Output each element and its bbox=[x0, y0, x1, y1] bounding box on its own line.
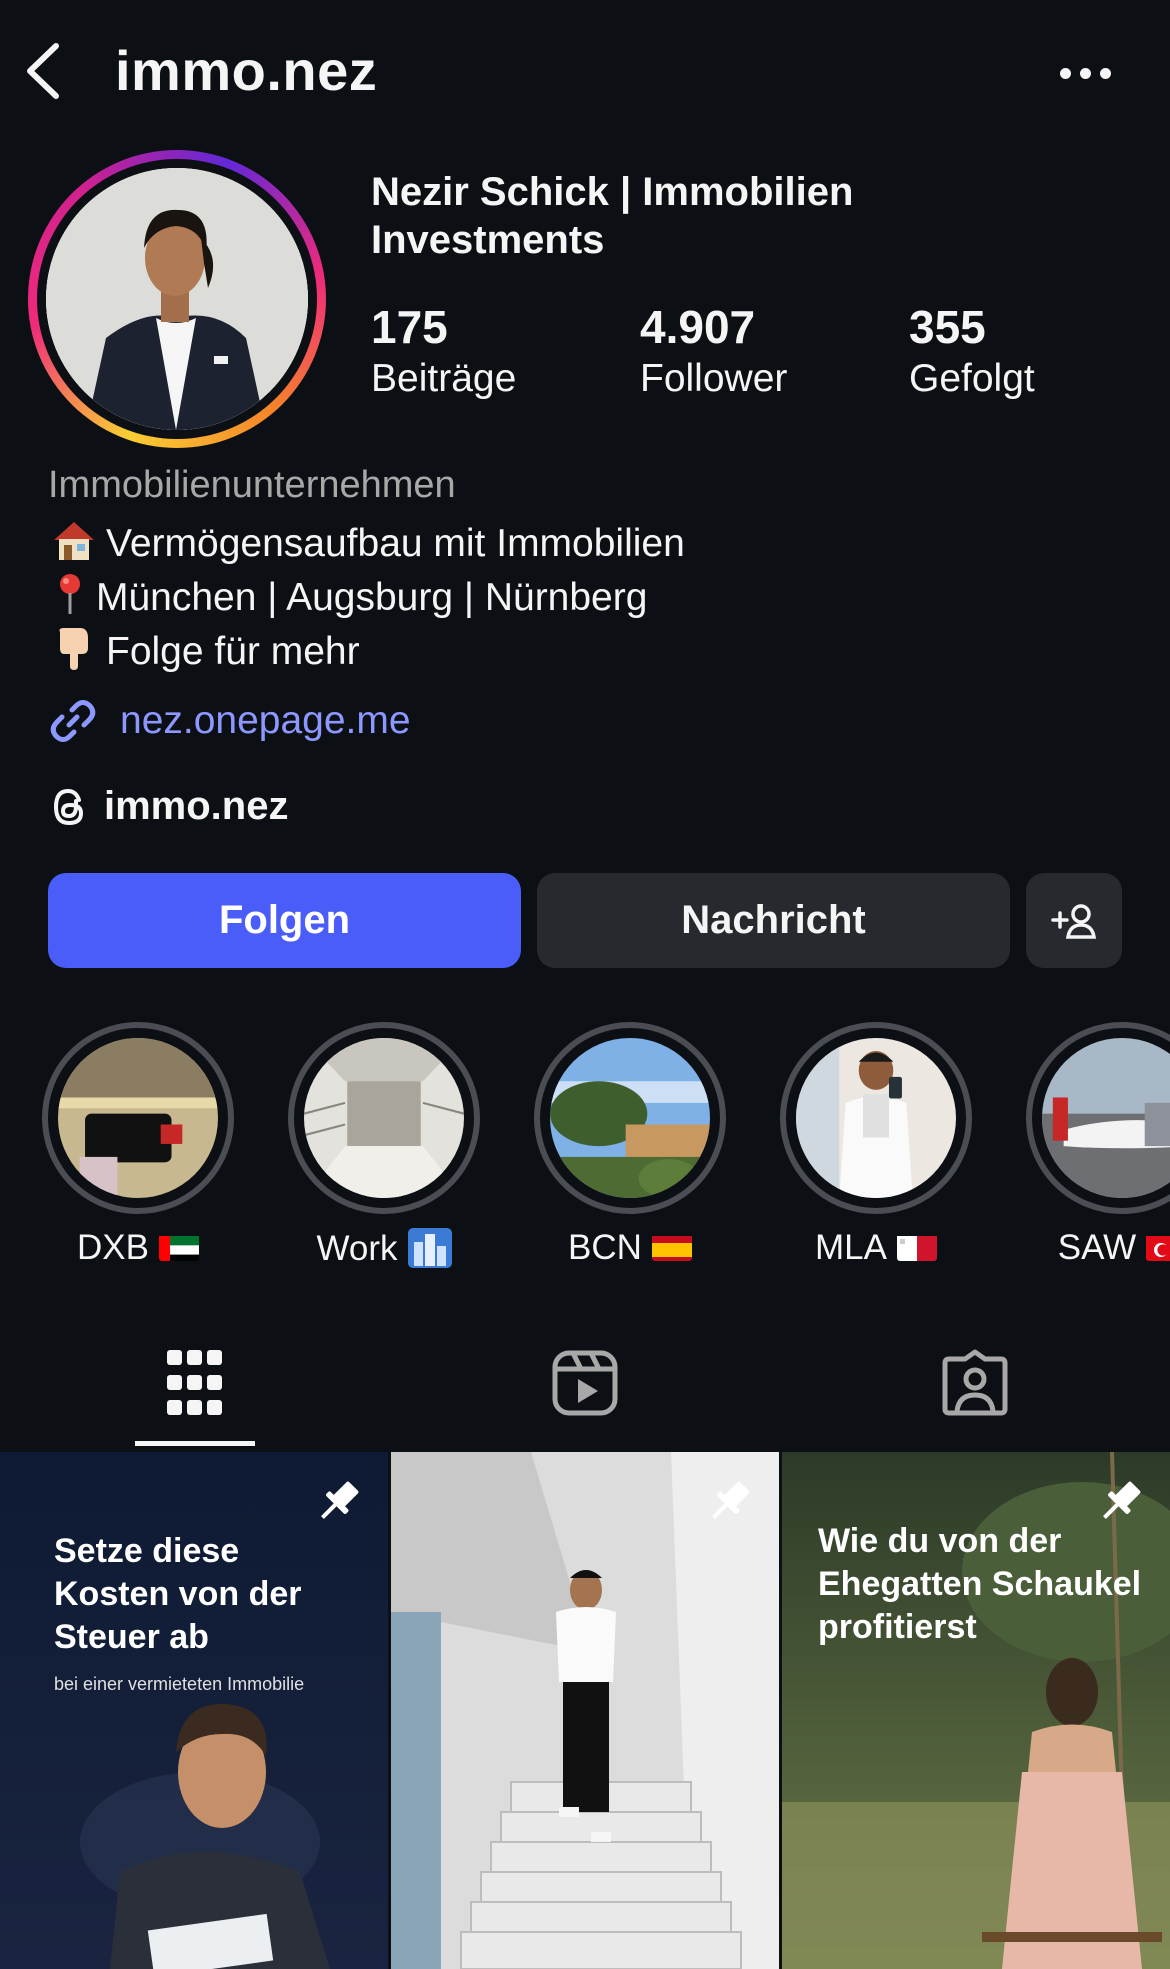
highlight-saw[interactable]: SAW bbox=[1024, 1022, 1170, 1268]
dot-icon bbox=[1079, 67, 1091, 79]
malta-flag-icon bbox=[896, 1233, 937, 1261]
tab-tagged[interactable] bbox=[780, 1318, 1170, 1448]
highlight-label: Work bbox=[316, 1229, 398, 1268]
bio-text: München | Augsburg | Nürnberg bbox=[96, 576, 648, 619]
highlight-cover bbox=[304, 1038, 464, 1198]
threads-badge[interactable]: immo.nez bbox=[48, 784, 288, 829]
threads-handle: immo.nez bbox=[104, 784, 289, 828]
profile-display-name: Nezir Schick | Immobilien Investments bbox=[371, 170, 854, 262]
highlight-label: DXB bbox=[77, 1228, 149, 1267]
profile-username-title: immo.nez bbox=[115, 39, 378, 102]
tab-reels[interactable] bbox=[390, 1318, 780, 1448]
stat-followers[interactable]: 4.907 Follower bbox=[640, 300, 787, 404]
active-tab-indicator bbox=[135, 1441, 255, 1446]
bio-line: München | Augsburg | Nürnberg bbox=[50, 572, 647, 620]
threads-icon bbox=[53, 788, 84, 825]
house-emoji-icon bbox=[50, 518, 98, 562]
dot-icon bbox=[1059, 67, 1071, 79]
dot-icon bbox=[1099, 67, 1111, 79]
post-caption: Wie du von der Ehegatten Schaukel profit… bbox=[818, 1522, 1142, 1646]
bio-line: Vermögensaufbau mit Immobilien bbox=[50, 518, 685, 566]
post-tile[interactable]: Wie du von der Ehegatten Schaukel profit… bbox=[782, 1452, 1170, 1969]
turkey-flag-icon bbox=[1146, 1233, 1170, 1261]
post-tile[interactable] bbox=[391, 1452, 779, 1969]
follow-button[interactable]: Folgen bbox=[48, 873, 521, 968]
highlight-mla[interactable]: MLA bbox=[778, 1022, 974, 1268]
pin-icon bbox=[712, 1481, 750, 1519]
highlight-dxb[interactable]: DXB bbox=[40, 1022, 236, 1268]
uae-flag-icon bbox=[158, 1233, 199, 1261]
stat-following-label: Gefolgt bbox=[909, 357, 1035, 400]
grid-icon bbox=[167, 1350, 222, 1415]
reels-icon bbox=[552, 1350, 618, 1416]
highlight-label: MLA bbox=[815, 1228, 887, 1267]
post-tile[interactable]: Setze diese Kosten von der Steuer ab bei… bbox=[0, 1452, 388, 1969]
avatar bbox=[46, 168, 308, 430]
post-caption: Setze diese Kosten von der Steuer ab bbox=[54, 1532, 302, 1656]
stat-posts[interactable]: 175 Beiträge bbox=[371, 300, 516, 404]
bio-line: Folge für mehr bbox=[50, 626, 360, 674]
highlight-label: BCN bbox=[568, 1228, 642, 1267]
chevron-left-icon bbox=[27, 43, 59, 99]
highlight-work[interactable]: Work bbox=[286, 1022, 482, 1269]
message-button[interactable]: Nachricht bbox=[537, 873, 1010, 968]
tagged-person-icon bbox=[942, 1349, 1008, 1416]
more-options-button[interactable] bbox=[1050, 58, 1120, 88]
stat-followers-label: Follower bbox=[640, 357, 788, 400]
profile-link[interactable]: nez.onepage.me bbox=[48, 696, 411, 746]
highlight-cover bbox=[1042, 1038, 1170, 1198]
city-emoji-icon bbox=[407, 1228, 452, 1268]
profile-link-text: nez.onepage.me bbox=[120, 699, 411, 742]
highlight-cover bbox=[58, 1038, 218, 1198]
profile-avatar-story-ring[interactable] bbox=[28, 150, 326, 448]
profile-category: Immobilienunternehmen bbox=[48, 464, 456, 506]
pointing-down-emoji-icon bbox=[50, 626, 98, 670]
link-icon bbox=[50, 700, 96, 742]
post-subcaption: bei einer vermieteten Immobilie bbox=[54, 1674, 305, 1694]
highlight-label: SAW bbox=[1057, 1228, 1137, 1267]
highlight-cover bbox=[550, 1038, 710, 1198]
back-button[interactable] bbox=[22, 40, 72, 102]
spain-flag-icon bbox=[651, 1233, 692, 1261]
stat-following-value: 355 bbox=[909, 301, 986, 353]
stat-posts-label: Beiträge bbox=[371, 357, 517, 400]
pin-icon bbox=[321, 1481, 359, 1519]
stat-followers-value: 4.907 bbox=[640, 301, 756, 353]
top-bar: immo.nez bbox=[0, 0, 1170, 140]
stat-posts-value: 175 bbox=[371, 301, 448, 353]
avatar-photo bbox=[46, 168, 308, 430]
stat-following[interactable]: 355 Gefolgt bbox=[909, 300, 1035, 404]
suggested-accounts-button[interactable] bbox=[1026, 873, 1122, 968]
highlight-cover bbox=[796, 1038, 956, 1198]
pin-emoji-icon bbox=[50, 572, 90, 616]
tab-grid[interactable] bbox=[0, 1318, 390, 1448]
bio-text: Folge für mehr bbox=[106, 630, 360, 673]
add-person-icon bbox=[1051, 903, 1097, 939]
highlight-bcn[interactable]: BCN bbox=[532, 1022, 728, 1268]
pin-icon bbox=[1103, 1481, 1141, 1519]
bio-text: Vermögensaufbau mit Immobilien bbox=[106, 522, 685, 565]
profile-page: immo.nez Nezir Schick | Immobilien Inves… bbox=[0, 0, 1170, 1969]
